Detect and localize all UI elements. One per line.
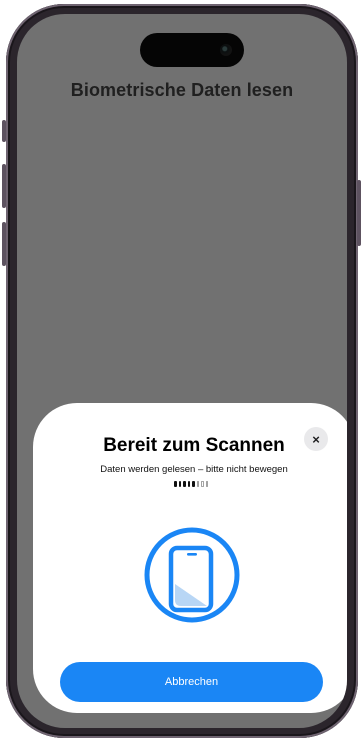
- page-title: Biometrische Daten lesen: [70, 80, 294, 100]
- progress-dot-empty: [201, 481, 204, 487]
- progress-dot-empty: [206, 481, 209, 487]
- progress-dot-filled: [178, 481, 181, 487]
- progress-dot-filled: [174, 481, 177, 487]
- sheet-subtitle: Daten werden gelesen – bitte nicht beweg…: [100, 464, 288, 475]
- volume-up-button: [2, 164, 6, 208]
- scan-sheet: × Bereit zum Scannen Daten werden gelese…: [33, 403, 347, 713]
- progress-dot-filled: [192, 481, 195, 487]
- front-camera-icon: [220, 44, 232, 56]
- progress-indicator: [174, 481, 208, 487]
- dynamic-island: [140, 33, 244, 67]
- phone-in-circle-icon: [144, 527, 240, 623]
- power-button: [357, 180, 361, 246]
- cancel-button[interactable]: Abbrechen: [60, 662, 323, 702]
- phone-screen: Biometrische Daten lesen × Bereit zum Sc…: [17, 14, 347, 728]
- volume-down-button: [2, 222, 6, 266]
- progress-dot-empty: [197, 481, 200, 487]
- progress-dot-filled: [187, 481, 190, 487]
- action-button: [2, 120, 6, 142]
- progress-dot-filled: [183, 481, 186, 487]
- sheet-title: Bereit zum Scannen: [103, 435, 285, 456]
